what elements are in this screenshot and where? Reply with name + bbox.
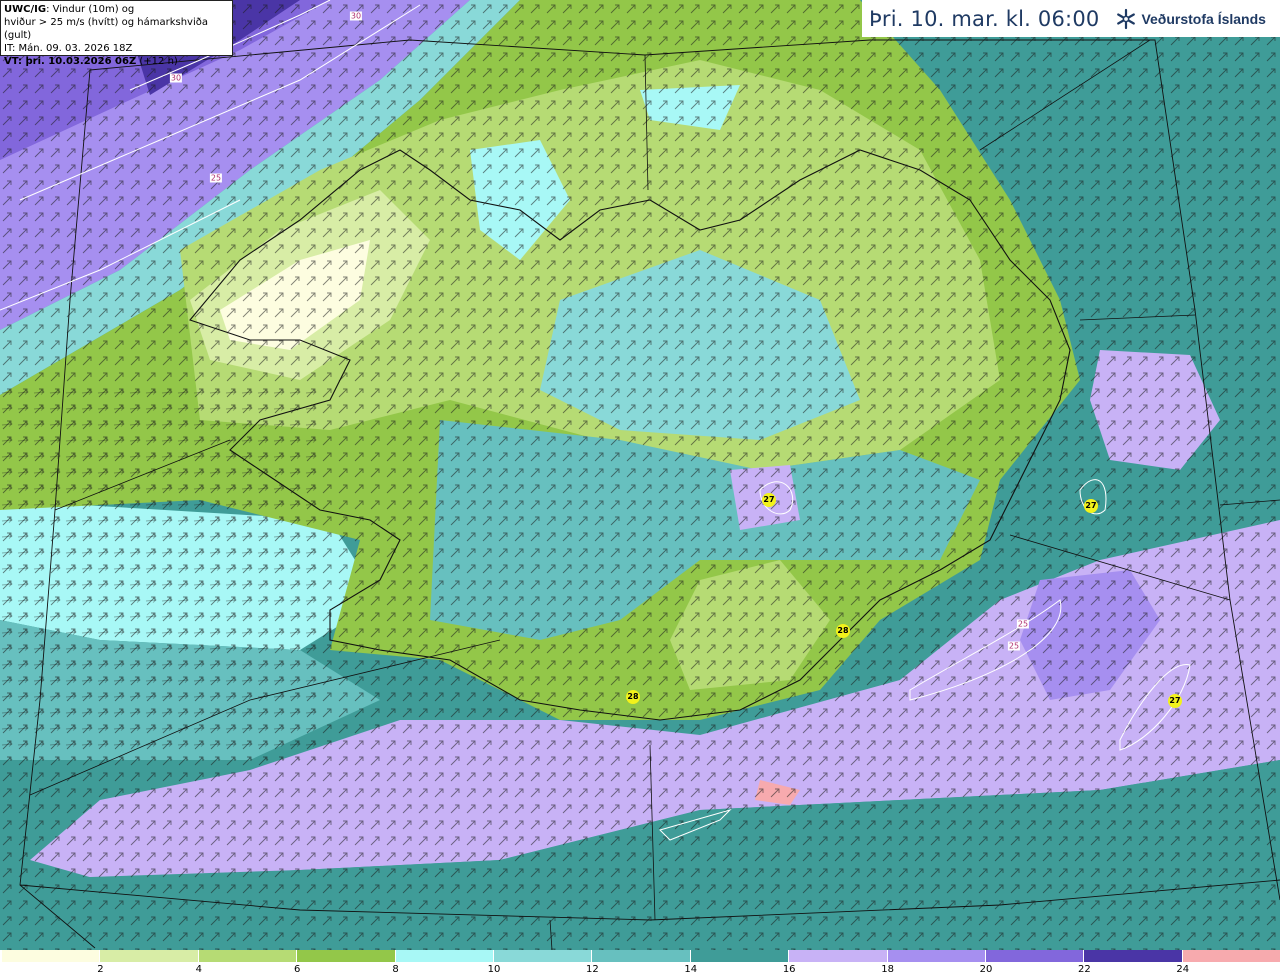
colorbar-tick-label: 12 xyxy=(586,964,599,975)
max-gust-badge: 28 xyxy=(836,624,850,638)
contour-label: 25 xyxy=(209,173,223,183)
colorbar-tick-label: 16 xyxy=(782,964,796,975)
colorbar-tick-label: 22 xyxy=(1078,964,1091,975)
colorbar-swatch xyxy=(297,950,396,962)
forecast-time-title: Þri. 10. mar. kl. 06:00 xyxy=(869,6,1100,31)
colorbar-swatch xyxy=(690,950,790,962)
colorbar-tick-label: 8 xyxy=(392,964,399,975)
map-canvas xyxy=(0,0,1280,950)
info-line-1: UWC/IG: Vindur (10m) og xyxy=(4,3,229,16)
max-gust-badge: 27 xyxy=(1168,694,1182,708)
colorbar-tick-label: 18 xyxy=(881,964,894,975)
colorbar-tick-label: 14 xyxy=(684,964,698,975)
colorbar-swatch xyxy=(395,950,494,962)
wind-map[interactable]: 30 30 25 25 25 27 27 28 28 27 xyxy=(0,0,1280,950)
parameter-label: : Vindur (10m) og xyxy=(46,4,135,15)
colorbar-swatch xyxy=(198,950,298,962)
forecast-title-bar: Þri. 10. mar. kl. 06:00 Veðurstofa Íslan… xyxy=(862,0,1280,37)
colorbar-tick-label: 6 xyxy=(294,964,301,975)
colorbar-swatch xyxy=(2,950,101,962)
colorbar-tick-label: 20 xyxy=(979,964,993,975)
colorbar-swatch xyxy=(592,950,691,962)
colorbar-tick-label: 10 xyxy=(487,964,501,975)
colorbar-swatch xyxy=(1182,950,1280,962)
contour-label: 30 xyxy=(169,73,183,83)
colorbar-swatch xyxy=(887,950,986,962)
contour-label: 25 xyxy=(1007,641,1021,651)
wind-speed-colorbar: 2 4 6 8 10 12 14 16 18 20 22 24 xyxy=(0,950,1280,978)
colorbar-swatch xyxy=(1084,950,1183,962)
lead-time: (+12 h) xyxy=(136,56,178,67)
valid-time: VT: þri. 10.03.2026 06Z (+12 h) xyxy=(4,55,229,68)
valid-time-label: VT: þri. 10.03.2026 06Z xyxy=(4,56,137,67)
contour-label: 30 xyxy=(349,11,363,21)
colorbar-swatch xyxy=(985,950,1085,962)
model-name: UWC/IG xyxy=(4,4,47,15)
max-gust-badge: 27 xyxy=(1084,499,1098,513)
colorbar-swatches xyxy=(2,950,1280,962)
colorbar-tick-label: 2 xyxy=(97,964,104,975)
max-gust-badge: 28 xyxy=(626,690,640,704)
colorbar-swatch xyxy=(100,950,199,962)
contour-label: 25 xyxy=(1016,619,1030,629)
map-info-box: UWC/IG: Vindur (10m) og hviður > 25 m/s … xyxy=(0,0,233,67)
colorbar-swatch xyxy=(493,950,593,962)
info-line-2: hviður > 25 m/s (hvítt) og hámarkshviða … xyxy=(4,17,208,41)
max-gust-badge: 27 xyxy=(762,493,776,507)
wind-arrows-west xyxy=(0,380,320,760)
colorbar-tick-label: 4 xyxy=(195,964,202,975)
logo-text: Veðurstofa Íslands xyxy=(1141,10,1266,27)
colorbar-swatch xyxy=(789,950,888,962)
colorbar-tick-label: 24 xyxy=(1176,964,1190,975)
init-time: IT: Mán. 09. 03. 2026 18Z xyxy=(4,43,133,54)
snowflake-logo-icon xyxy=(1117,8,1136,29)
vedurstofa-logo[interactable]: Veðurstofa Íslands xyxy=(1115,8,1266,30)
